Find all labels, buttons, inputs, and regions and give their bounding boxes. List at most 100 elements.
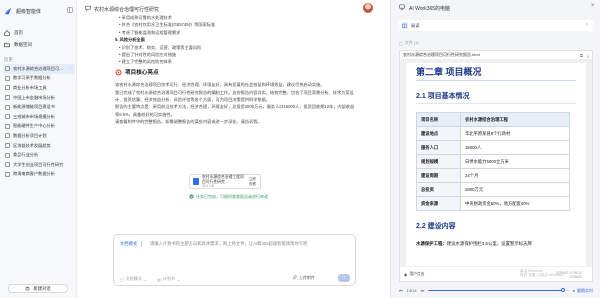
chat-icon <box>5 123 10 129</box>
attachment-size: 30.1 KB <box>202 184 215 189</box>
attachment-name: 农村水源综合治理工程项目可行性研究... <box>202 174 244 184</box>
download-icon[interactable]: ⤓ <box>587 53 589 58</box>
chat-icon <box>5 66 10 72</box>
monitor-icon <box>399 4 405 12</box>
core-highlight-heading: 项目核心亮点 <box>115 69 355 79</box>
history-item[interactable]: 跨境电商客户数据分析 <box>3 170 75 180</box>
message-line: • 采用成熟可靠的水处理技术 <box>119 15 172 20</box>
nav-data-space[interactable]: 数据空间 <box>4 41 32 49</box>
history-item[interactable]: 区块链技术发展趋势 <box>3 141 75 151</box>
follow-live-button[interactable]: ● 跟随实时 <box>573 288 593 294</box>
chevron-up-icon[interactable]: ⌃ <box>585 23 589 29</box>
sidebar: 超级智能体 首页 数据空间 历史 农村水源综合治理项目可行性研究⋯ 数学习采手数… <box>0 0 77 298</box>
table-row: 建设周期 24个月 <box>416 168 570 183</box>
chat-main: 农村水源综合治理可行性研究 • 采用成熟可靠的水处理技术 • 符合《农村饮用水卫… <box>77 0 390 298</box>
document-footer: ◉ 用户点击 激活 Windows 转到"设置"以激活 Windows。 202… <box>400 266 592 281</box>
user-avatar[interactable] <box>363 3 373 13</box>
panel-header: AI Work365的电脑 <box>399 4 450 12</box>
history-title: 历史 <box>4 57 13 62</box>
chat-title: 农村水源综合治理可行性研究 <box>85 5 159 13</box>
message-paragraph: 该农村水源综合治理项目技术可行、经济合理、环境友好，具有显著的社会效益和环境效益… <box>115 82 325 88</box>
paperclip-icon <box>292 275 297 281</box>
document-page: 第二章 项目概况 2.1 项目基本情况 项目名称 农村水源综合治理工程 建设地点华… <box>406 63 586 266</box>
user-action-label: ◉ 用户点击 <box>404 272 425 277</box>
next-icon[interactable]: ⏭ <box>421 288 425 293</box>
progress-track[interactable] <box>428 288 569 293</box>
arrow-up-icon: ↑ <box>342 275 346 281</box>
send-button[interactable]: ↑ <box>338 274 350 282</box>
new-chat-button[interactable]: 新建对话 <box>8 284 68 293</box>
history-item[interactable]: 食品行业分析 <box>3 150 75 160</box>
chat-icon <box>85 5 91 13</box>
chat-icon <box>5 152 10 158</box>
document-icon: ▢ <box>120 276 124 282</box>
section-heading: 2.1 项目基本情况 <box>416 91 576 104</box>
project-info-table: 项目名称 农村水源综合治理工程 建设地点 华北平原某县8个行政村 服务人口 15000… <box>416 112 570 211</box>
section-heading: 5. 风险分析全面 <box>115 37 145 43</box>
progress-knob[interactable] <box>560 288 565 293</box>
chat-icon <box>5 171 10 177</box>
chat-icon <box>5 162 10 168</box>
app-logo[interactable]: 超级智能体 <box>4 7 41 15</box>
chat-icon <box>5 75 10 81</box>
open-attachment-button[interactable]: 立即查看 <box>248 177 257 185</box>
task-status: 任务已完成，可随时查看报告或进行修改 <box>189 194 268 200</box>
document-filename: 农村水源综合治理项目可行性研究报告.html <box>403 52 480 57</box>
document-viewer: 农村水源综合治理项目可行性研究报告.html ⧉ ⤓ 第二章 项目概况 2.1 … <box>399 50 593 282</box>
timestamp: 2025/6/3 17:39:12 2025/6/3 <box>556 271 582 279</box>
history-item[interactable]: 农村水源综合治理项目可行性研究⋯ <box>3 64 75 74</box>
collapse-sidebar-icon[interactable] <box>66 6 74 14</box>
plan-icon: ▤ <box>157 276 161 282</box>
message-line: • 提出了针对性的风险应对措施 <box>119 52 177 58</box>
history-item[interactable]: 新能源储能项目建设书 <box>3 102 75 112</box>
chat-icon <box>5 85 10 91</box>
history-item[interactable]: 商业分析市场工具 <box>3 83 75 93</box>
message-line: • 考虑了智能监测和远程管理需求 <box>119 29 181 35</box>
assistant-message: • 采用成熟可靠的水处理技术 • 符合《农村饮用水卫生标准(GB5749)》等国… <box>115 14 355 126</box>
cursor-icon: ◉ <box>404 273 408 277</box>
nav-home[interactable]: 首页 <box>4 29 23 37</box>
message-line: • 识别了技术、财务、运营、政策等主要风险 <box>119 44 202 50</box>
tab-read[interactable]: 阅读 ⌃ <box>399 20 593 31</box>
target-icon <box>115 69 122 79</box>
history-item[interactable]: 中国上市金融市场分析 <box>3 93 75 103</box>
input-tools: ▢ 文档模式 ⌄ ▤ 计划书 ⌄ <box>120 276 180 282</box>
chat-icon <box>5 104 10 110</box>
more-icon[interactable]: ⋯ <box>69 66 75 71</box>
close-icon[interactable]: × <box>591 3 595 9</box>
history-item[interactable]: 数据分析项目计划 <box>3 131 75 141</box>
chevron-down-icon: ⌄ <box>176 276 181 282</box>
history-item[interactable]: 数学习采手数据分析 <box>3 74 75 84</box>
chevron-down-icon: ⌄ <box>143 276 148 282</box>
message-paragraph: 请查看附件中的完整报告。如需调整报告的某些内容或进一步深化，请告诉我。 <box>115 119 262 125</box>
upload-attachment-button[interactable]: 上传附件 <box>292 275 315 281</box>
history-item[interactable]: 大学生创业项目可行性研究 <box>3 160 75 170</box>
table-row: 项目名称 农村水源综合治理工程 <box>416 112 570 127</box>
chat-icon <box>5 143 10 149</box>
message-paragraph: 我已完成了农村水源综合治理项目可行性研究报告的编制工作。这份报告内容详实，结构完… <box>115 89 354 103</box>
playback-bar: ⏮ 14/14 ⏭ ● 跟随实时 <box>399 286 593 295</box>
attachment-card[interactable]: 农村水源综合治理工程项目可行性研究... 30.1 KB 立即查看 <box>189 174 261 189</box>
document-icon <box>193 178 199 185</box>
home-icon <box>4 30 10 36</box>
logo-icon <box>4 7 12 15</box>
plan-select[interactable]: ▤ 计划书 ⌄ <box>157 276 180 282</box>
chat-input[interactable]: 请输入计划书的主题方向和具体需求，网上将文件，让AI和365超级智能体帮你写吧 <box>150 241 350 247</box>
chapter-heading: 第二章 项目概况 <box>416 65 576 81</box>
prev-icon[interactable]: ⏮ <box>399 288 403 293</box>
history-item[interactable]: 三线城市市场规模分析 <box>3 112 75 122</box>
message-line: • 符合《农村饮用水卫生标准(GB5749)》等国家标准 <box>119 22 216 28</box>
copy-icon[interactable]: ⧉ <box>580 53 583 58</box>
table-row: 总投资 2800万元 <box>416 182 570 197</box>
table-row: 规划规模 日供水能力5000立方米 <box>416 154 570 169</box>
document-mode-select[interactable]: ▢ 文档模式 ⌄ <box>120 276 147 282</box>
file-count-label[interactable]: ▢ 文件 (1) <box>399 40 419 46</box>
chat-input-box[interactable]: 文档模式 请输入计划书的主题方向和具体需求，网上将文件，让AI和365超级智能体… <box>113 234 356 286</box>
computer-panel: AI Work365的电脑 × 阅读 ⌃ ▢ 文件 (1) 农村水源综合治理项目… <box>390 0 600 298</box>
nav-home-label: 首页 <box>14 30 23 35</box>
table-row: 服务人口 15000人 <box>416 140 570 155</box>
mode-tag[interactable]: 文档模式 <box>120 241 143 247</box>
folder-icon <box>4 42 10 48</box>
history-item[interactable]: 智能硬件生产中心分析 <box>3 122 75 132</box>
chat-icon <box>5 133 10 139</box>
